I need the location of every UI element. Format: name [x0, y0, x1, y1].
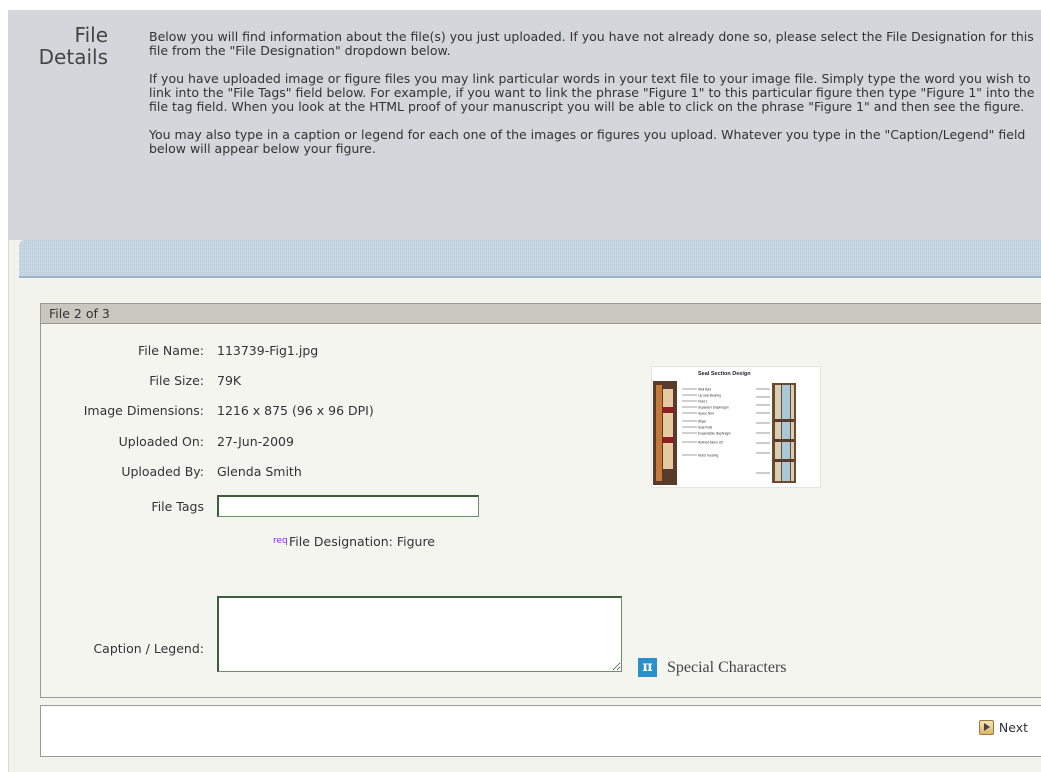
panel-left-edge	[8, 240, 9, 772]
uploaded-on-label: Uploaded On:	[118, 434, 204, 449]
caption-legend-label: Caption / Legend:	[93, 641, 204, 656]
image-dimensions-label: Image Dimensions:	[83, 403, 204, 418]
thumbnail-label: Space fluid	[698, 412, 714, 416]
file-designation: File Designation: Figure	[289, 534, 436, 549]
thumbnail-label: Well fluid	[698, 388, 711, 392]
section-bar	[19, 240, 1041, 276]
image-dimensions-value: 1216 x 875 (96 x 96 DPI)	[217, 403, 374, 418]
instructions-paragraph: If you have uploaded image or figure fil…	[149, 71, 1035, 114]
content-panel: File 2 of 3 File Name: 113739-Fig1.jpg F…	[8, 240, 1041, 772]
thumbnail-title: Seal Section Design	[698, 371, 751, 377]
page-title-line2: Details	[38, 45, 108, 69]
file-size-label: File Size:	[149, 373, 204, 388]
thumbnail-label: Expandable diaphragm	[698, 432, 731, 436]
file-tags-input[interactable]	[217, 495, 479, 517]
file-tags-label: File Tags	[151, 499, 204, 514]
navigation-bar: Next	[40, 705, 1041, 757]
play-arrow-icon	[978, 720, 994, 735]
instructions-paragraph: You may also type in a caption or legend…	[149, 127, 1026, 156]
thumbnail-label: Wiper	[698, 420, 707, 424]
file-name-value: 113739-Fig1.jpg	[217, 343, 319, 358]
file-name-label: File Name:	[138, 343, 204, 358]
uploaded-on-value: 27-Jun-2009	[217, 434, 294, 449]
pi-icon: π	[638, 658, 657, 677]
special-characters-button[interactable]: π Special Characters	[638, 658, 787, 677]
thumbnail-label: Fluid 1	[698, 400, 708, 404]
page-title-line1: File	[74, 23, 108, 47]
required-marker: req	[273, 536, 288, 546]
next-label: Next	[998, 720, 1028, 735]
seal-section-diagram: Seal Section Design Well fluid Lip seal …	[653, 371, 796, 485]
thumbnail-label: Motor housing	[698, 454, 718, 458]
instructions: Below you will find information about th…	[149, 30, 1037, 170]
special-characters-label: Special Characters	[667, 658, 787, 676]
caption-legend-input[interactable]	[217, 596, 622, 672]
thumbnail-label: Separator Diaphragm	[698, 406, 729, 410]
uploaded-by-value: Glenda Smith	[217, 464, 302, 479]
thumbnail-label: Seal Fluid	[698, 426, 712, 430]
thumbnail-labels: Well fluid Lip seal Bearing Fluid 1 Sepa…	[682, 388, 731, 458]
page-title: File Details	[8, 24, 108, 68]
file-counter: File 2 of 3	[41, 304, 1041, 324]
thumbnail-label: Lip seal Bearing	[698, 394, 721, 398]
section-bar-divider	[19, 276, 1041, 278]
file-thumbnail[interactable]: Seal Section Design Well fluid Lip seal …	[651, 366, 821, 488]
thumbnail-label: Refined Motor Oil	[698, 441, 723, 445]
thumbnail-arrows	[756, 388, 770, 474]
uploaded-by-label: Uploaded By:	[121, 464, 204, 479]
file-details-box: File 2 of 3 File Name: 113739-Fig1.jpg F…	[40, 303, 1041, 698]
file-details-header: File Details Below you will find informa…	[8, 10, 1041, 240]
file-size-value: 79K	[217, 373, 242, 388]
instructions-paragraph: Below you will find information about th…	[149, 29, 1034, 58]
next-button[interactable]: Next	[978, 720, 1028, 735]
